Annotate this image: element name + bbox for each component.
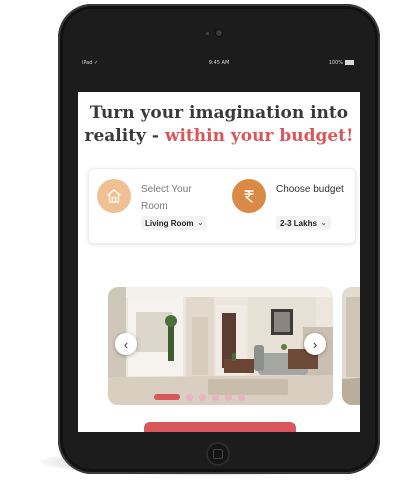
- room-carousel: ‹ ›: [78, 287, 360, 407]
- living-room-image[interactable]: [108, 287, 333, 405]
- front-camera: [216, 30, 222, 36]
- battery-indicator: 100%: [329, 60, 354, 66]
- headline-accent: within your budget!: [164, 126, 354, 146]
- ipad-frame: iPad ✓ 9:45 AM 100% Turn your imaginatio…: [58, 4, 380, 474]
- chevron-down-icon: ⌄: [320, 220, 327, 227]
- screen: Turn your imagination into reality - wit…: [78, 92, 360, 432]
- status-bar: iPad ✓ 9:45 AM 100%: [78, 58, 360, 70]
- carousel-dot[interactable]: [186, 393, 193, 401]
- carousel-dot[interactable]: [199, 393, 206, 401]
- battery-icon: [345, 60, 354, 65]
- rupee-icon: [232, 179, 266, 213]
- carousel-dot[interactable]: [212, 393, 219, 401]
- cta-button[interactable]: [144, 422, 296, 432]
- carousel-dot-active[interactable]: [154, 394, 180, 400]
- carousel-prev-button[interactable]: ‹: [115, 333, 137, 355]
- carousel-next-button[interactable]: ›: [304, 333, 326, 355]
- headline-line-2: reality - within your budget!: [84, 126, 354, 146]
- house-icon: [97, 179, 131, 213]
- room-dropdown[interactable]: Living Room ⌄: [141, 216, 208, 230]
- selector-card: Select Your Room Living Room ⌄ Choose bu…: [88, 168, 356, 244]
- headline-line-1: Turn your imagination into: [89, 103, 349, 123]
- sensor-dot: [206, 32, 209, 35]
- carousel-dots: [154, 393, 245, 401]
- next-slide-peek[interactable]: [342, 287, 360, 405]
- home-button[interactable]: [206, 442, 230, 466]
- clock-text: 9:45 AM: [208, 60, 230, 66]
- budget-dropdown-value: 2-3 Lakhs: [280, 218, 317, 228]
- chevron-down-icon: ⌄: [197, 220, 204, 227]
- room-selector[interactable]: Select Your Room Living Room ⌄: [97, 169, 223, 243]
- budget-selector[interactable]: Choose budget 2-3 Lakhs ⌄: [232, 169, 352, 243]
- carousel-dot[interactable]: [225, 393, 232, 401]
- hero-headline: Turn your imagination into reality - wit…: [78, 102, 360, 148]
- room-dropdown-value: Living Room: [145, 218, 194, 228]
- carousel-dot[interactable]: [238, 393, 245, 401]
- budget-selector-label: Choose budget: [276, 184, 344, 195]
- room-selector-label: Select Your Room: [141, 184, 192, 212]
- budget-dropdown[interactable]: 2-3 Lakhs ⌄: [276, 216, 331, 230]
